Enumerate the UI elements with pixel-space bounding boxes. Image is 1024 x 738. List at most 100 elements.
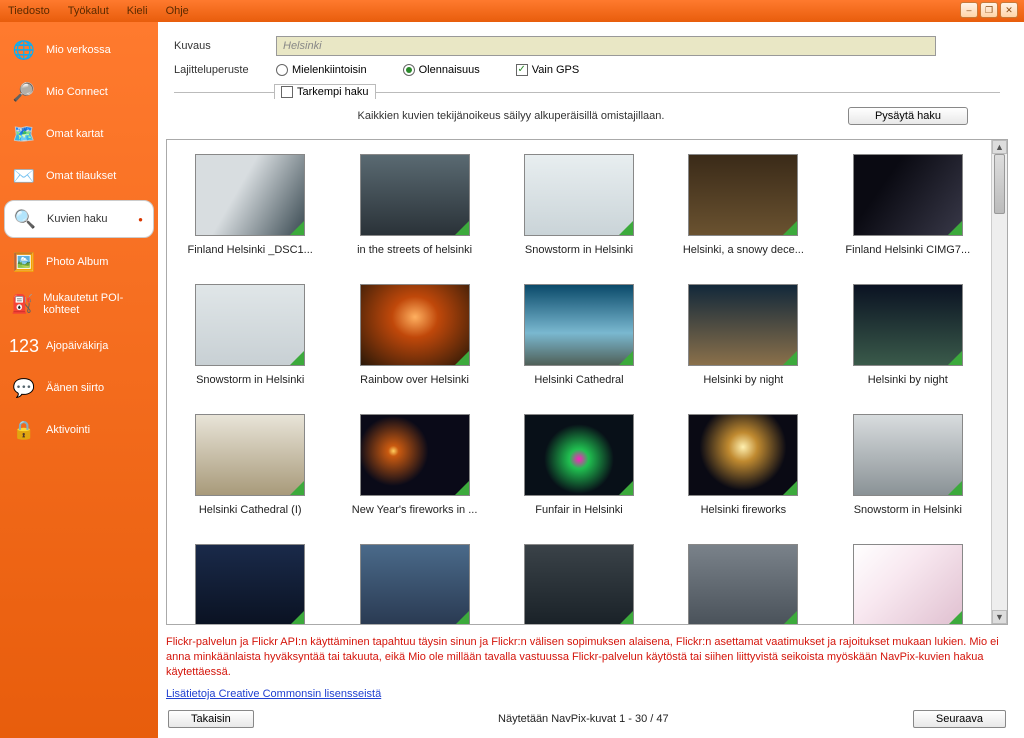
sidebar-icon: 🌐 [10, 38, 38, 62]
thumbnail-image[interactable] [195, 284, 305, 366]
thumbnail[interactable]: Helsinki Cathedral (I) [173, 414, 327, 516]
thumbnail-image[interactable] [688, 414, 798, 496]
thumbnail-label: Helsinki by night [868, 374, 948, 386]
gps-badge-icon [290, 221, 304, 235]
thumbnail[interactable] [831, 544, 985, 624]
thumbnail[interactable]: Helsinki Cathedral [502, 284, 656, 386]
thumbnail[interactable] [337, 544, 491, 624]
thumbnail[interactable]: Helsinki, a snowy dece... [666, 154, 820, 256]
gps-badge-icon [290, 611, 304, 624]
thumbnail-image[interactable] [360, 544, 470, 624]
sidebar-item-label: Aktivointi [46, 424, 90, 436]
scroll-up-icon[interactable]: ▲ [992, 140, 1007, 154]
thumbnail[interactable] [502, 544, 656, 624]
thumbnail[interactable]: Helsinki by night [666, 284, 820, 386]
thumbnail-image[interactable] [195, 544, 305, 624]
thumbnail-image[interactable] [360, 414, 470, 496]
thumbnail[interactable]: Snowstorm in Helsinki [831, 414, 985, 516]
thumbnail-image[interactable] [524, 284, 634, 366]
sidebar-item-5[interactable]: 🖼️ Photo Album [4, 244, 154, 280]
description-input[interactable] [276, 36, 936, 56]
thumbnail-image[interactable] [688, 544, 798, 624]
cc-license-link[interactable]: Lisätietoja Creative Commonsin lisenssei… [158, 684, 1024, 706]
sidebar-item-label: Mukautetut POI-kohteet [43, 292, 148, 316]
radio-icon[interactable] [403, 64, 415, 76]
thumbnail-label: Funfair in Helsinki [535, 504, 622, 516]
back-button[interactable]: Takaisin [168, 710, 254, 728]
stop-search-button[interactable]: Pysäytä haku [848, 107, 968, 125]
thumbnail[interactable]: Finland Helsinki _DSC1... [173, 154, 327, 256]
sort-options: Mielenkiintoisin Olennaisuus Vain GPS [276, 64, 579, 76]
thumbnail-image[interactable] [360, 154, 470, 236]
thumbnail-image[interactable] [853, 544, 963, 624]
thumbnail[interactable]: Snowstorm in Helsinki [502, 154, 656, 256]
advanced-search-toggle[interactable]: Tarkempi haku [274, 84, 376, 99]
thumbnail-image[interactable] [853, 284, 963, 366]
thumbnail-label: Finland Helsinki _DSC1... [188, 244, 313, 256]
checkbox-icon[interactable] [516, 64, 528, 76]
menubar: Tiedosto Työkalut Kieli Ohje – ❐ ✕ [0, 0, 1024, 22]
thumbnail[interactable]: Funfair in Helsinki [502, 414, 656, 516]
thumbnail-label: Finland Helsinki CIMG7... [845, 244, 970, 256]
scrollbar[interactable]: ▲ ▼ [991, 140, 1007, 624]
close-button[interactable]: ✕ [1000, 2, 1018, 18]
thumbnail[interactable]: Snowstorm in Helsinki [173, 284, 327, 386]
gps-badge-icon [290, 351, 304, 365]
sidebar-item-label: Photo Album [46, 256, 108, 268]
sidebar-item-0[interactable]: 🌐Mio verkossa [4, 32, 154, 68]
thumbnail-image[interactable] [195, 154, 305, 236]
advanced-search-checkbox[interactable] [281, 86, 293, 98]
sidebar-item-2[interactable]: 🗺️Omat kartat [4, 116, 154, 152]
sidebar-icon: ✉️ [10, 164, 38, 188]
menu-tools[interactable]: Työkalut [68, 5, 109, 17]
sidebar-item-label: Ajopäiväkirja [46, 340, 108, 352]
thumbnail[interactable]: Helsinki fireworks [666, 414, 820, 516]
menu-help[interactable]: Ohje [166, 5, 189, 17]
thumbnail-image[interactable] [524, 154, 634, 236]
menu-language[interactable]: Kieli [127, 5, 148, 17]
sort-option-2[interactable]: Vain GPS [516, 64, 580, 76]
thumbnail-image[interactable] [524, 544, 634, 624]
thumbnail[interactable]: Finland Helsinki CIMG7... [831, 154, 985, 256]
scroll-thumb[interactable] [994, 154, 1005, 214]
sidebar-item-8[interactable]: 💬Äänen siirto [4, 370, 154, 406]
page-status: Näytetään NavPix-kuvat 1 - 30 / 47 [266, 713, 901, 725]
thumbnail-image[interactable] [688, 154, 798, 236]
maximize-button[interactable]: ❐ [980, 2, 998, 18]
gps-badge-icon [948, 611, 962, 624]
sort-option-label: Vain GPS [532, 64, 580, 76]
scroll-down-icon[interactable]: ▼ [992, 610, 1007, 624]
next-button[interactable]: Seuraava [913, 710, 1006, 728]
thumbnail-label: Helsinki, a snowy dece... [683, 244, 804, 256]
sidebar-item-6[interactable]: ⛽Mukautetut POI-kohteet [4, 286, 154, 322]
thumbnail[interactable]: New Year's fireworks in ... [337, 414, 491, 516]
sidebar-item-9[interactable]: 🔒Aktivointi [4, 412, 154, 448]
thumbnail-image[interactable] [853, 414, 963, 496]
sort-option-0[interactable]: Mielenkiintoisin [276, 64, 367, 76]
sidebar-item-1[interactable]: 🔎Mio Connect [4, 74, 154, 110]
thumbnail-image[interactable] [195, 414, 305, 496]
thumbnail[interactable] [666, 544, 820, 624]
thumbnail-image[interactable] [853, 154, 963, 236]
sidebar-icon: 🔍 [11, 207, 39, 231]
sort-option-1[interactable]: Olennaisuus [403, 64, 480, 76]
thumbnail[interactable]: Helsinki by night [831, 284, 985, 386]
gallery-scroll[interactable]: Finland Helsinki _DSC1... in the streets … [167, 140, 991, 624]
gps-badge-icon [948, 351, 962, 365]
sidebar-item-7[interactable]: 123Ajopäiväkirja [4, 328, 154, 364]
sidebar-item-3[interactable]: ✉️Omat tilaukset [4, 158, 154, 194]
thumbnail[interactable]: Rainbow over Helsinki [337, 284, 491, 386]
sidebar-item-label: Omat kartat [46, 128, 103, 140]
thumbnail-image[interactable] [524, 414, 634, 496]
thumbnail[interactable]: in the streets of helsinki [337, 154, 491, 256]
thumbnail-image[interactable] [360, 284, 470, 366]
thumbnail-image[interactable] [688, 284, 798, 366]
thumbnail[interactable] [173, 544, 327, 624]
minimize-button[interactable]: – [960, 2, 978, 18]
sidebar-icon: 🖼️ [10, 250, 38, 274]
sidebar-item-4[interactable]: 🔍Kuvien haku [4, 200, 154, 238]
radio-icon[interactable] [276, 64, 288, 76]
menu-file[interactable]: Tiedosto [8, 5, 50, 17]
gps-badge-icon [783, 611, 797, 624]
sort-option-label: Mielenkiintoisin [292, 64, 367, 76]
